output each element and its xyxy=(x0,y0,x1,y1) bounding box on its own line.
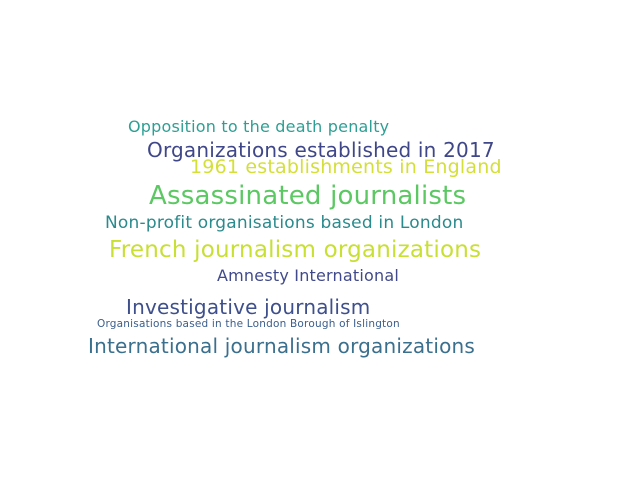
word-international-journalism-organizations: International journalism organizations xyxy=(88,334,476,358)
word-islington-organisations: Organisations based in the London Boroug… xyxy=(97,318,400,330)
word-1961-establishments-england: 1961 establishments in England xyxy=(190,156,502,178)
word-assassinated-journalists: Assassinated journalists xyxy=(149,181,467,211)
word-opposition-death-penalty: Opposition to the death penalty xyxy=(128,117,390,136)
word-investigative-journalism: Investigative journalism xyxy=(126,295,371,319)
word-cloud: Opposition to the death penalty Organiza… xyxy=(0,0,640,480)
word-amnesty-international: Amnesty International xyxy=(217,266,399,285)
word-french-journalism-organizations: French journalism organizations xyxy=(109,237,482,263)
word-non-profit-london: Non-profit organisations based in London xyxy=(105,213,464,233)
